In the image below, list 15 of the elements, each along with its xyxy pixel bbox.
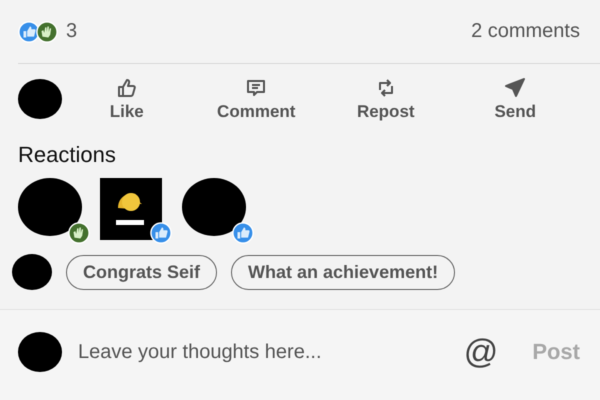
mention-button[interactable]: @ — [464, 332, 498, 372]
comment-count[interactable]: 2 comments — [471, 20, 580, 43]
avatar — [18, 79, 62, 119]
comment-field[interactable]: Leave your thoughts here... — [76, 340, 450, 365]
comment-action[interactable]: Comment — [192, 74, 321, 124]
like-action[interactable]: Like — [62, 74, 192, 124]
avatar — [18, 332, 62, 372]
paper-plane-icon — [503, 76, 528, 100]
send-action[interactable]: Send — [450, 74, 580, 124]
avatar — [12, 254, 52, 290]
repost-action[interactable]: Repost — [321, 74, 450, 124]
suggestion-chip[interactable]: What an achievement! — [231, 254, 456, 290]
reaction-count[interactable]: 3 — [66, 20, 78, 43]
section-heading: Reactions — [17, 141, 117, 169]
suggestion-chip[interactable]: Congrats Seif — [66, 254, 218, 290]
